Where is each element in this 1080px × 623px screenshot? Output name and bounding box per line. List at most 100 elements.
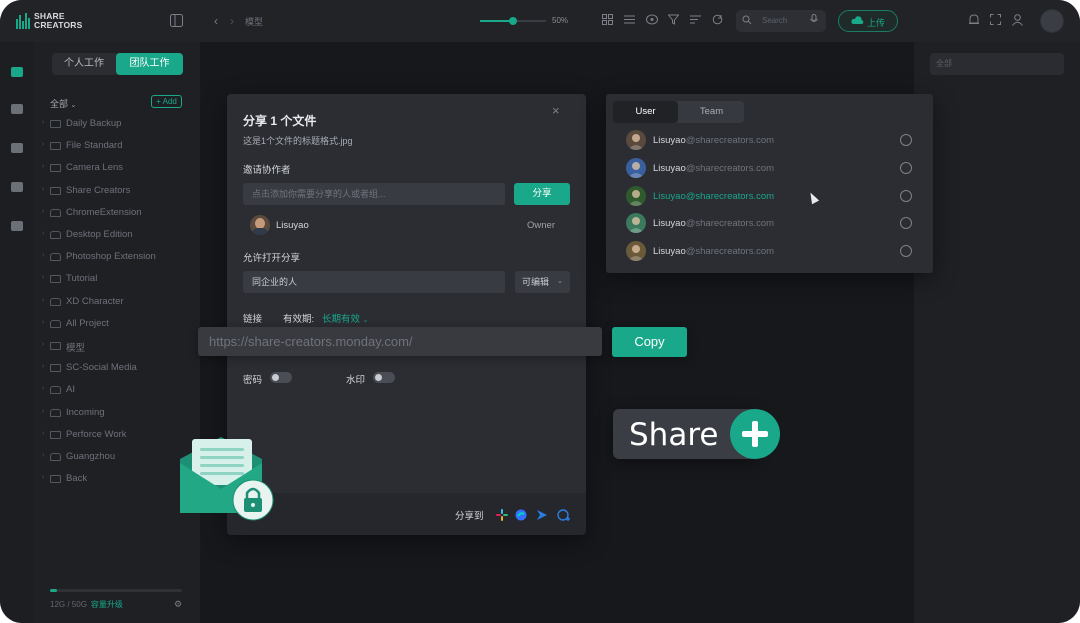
folder-item[interactable]: › Share Creators	[42, 185, 192, 199]
sidebar-toggle-icon[interactable]	[170, 14, 183, 30]
folder-item[interactable]: › SC-Social Media	[42, 362, 192, 376]
copy-link-button[interactable]: Copy	[612, 327, 687, 357]
user-select-radio[interactable]	[900, 245, 912, 258]
plus-icon[interactable]	[730, 409, 780, 459]
gift-icon[interactable]	[11, 221, 23, 231]
slack-icon[interactable]	[496, 508, 508, 521]
user-select-radio[interactable]	[900, 161, 912, 174]
chevron-right-icon[interactable]: ›	[42, 319, 44, 326]
close-icon[interactable]: ×	[552, 103, 560, 118]
list-view-icon[interactable]	[624, 14, 635, 28]
watermark-toggle[interactable]	[373, 372, 395, 383]
chevron-right-icon[interactable]: ›	[42, 452, 44, 459]
folder-icon	[50, 120, 61, 128]
user-icon[interactable]	[1012, 14, 1023, 29]
folder-item[interactable]: › Daily Backup	[42, 118, 192, 132]
chevron-right-icon[interactable]: ›	[42, 474, 44, 481]
settings-icon[interactable]: ⚙	[174, 597, 182, 611]
sort-icon[interactable]	[690, 14, 701, 28]
fullscreen-icon[interactable]	[990, 14, 1001, 28]
chevron-right-icon[interactable]: ›	[42, 408, 44, 415]
folder-item[interactable]: › Tutorial	[42, 273, 192, 287]
right-panel-filter[interactable]: 全部	[930, 53, 1064, 75]
account-avatar[interactable]	[1040, 9, 1064, 33]
documents-icon[interactable]	[11, 104, 23, 114]
user-row[interactable]: Lisuyao@sharecreators.com	[626, 130, 916, 150]
lark-icon[interactable]	[515, 508, 527, 521]
all-folders-dropdown[interactable]: 全部 ⌄	[50, 97, 76, 110]
forward-icon[interactable]: ›	[230, 14, 234, 28]
files-icon[interactable]	[11, 67, 23, 77]
folder-item[interactable]: › Photoshop Extension	[42, 251, 192, 265]
upload-button[interactable]: 上传	[838, 10, 898, 32]
user-select-radio[interactable]	[900, 189, 912, 202]
tab-personal[interactable]: 个人工作	[52, 53, 116, 75]
folder-item[interactable]: › Back	[42, 473, 192, 487]
briefcase-icon[interactable]	[11, 143, 23, 153]
folder-item[interactable]: › Desktop Edition	[42, 229, 192, 243]
folder-item[interactable]: › ChromeExtension	[42, 207, 192, 221]
user-row[interactable]: Lisuyao@sharecreators.com	[626, 213, 916, 234]
storage-used: 12G / 50G	[50, 600, 87, 609]
folder-item[interactable]: › Incoming	[42, 407, 192, 421]
folder-item[interactable]: › All Project	[42, 318, 192, 332]
chevron-right-icon[interactable]: ›	[42, 363, 44, 370]
tab-team-list[interactable]: Team	[679, 101, 744, 123]
watermark-label: 水印	[346, 375, 366, 386]
chevron-right-icon[interactable]: ›	[42, 163, 44, 170]
chevron-right-icon[interactable]: ›	[42, 186, 44, 193]
breadcrumb[interactable]: 模型	[245, 15, 263, 28]
chevron-right-icon[interactable]: ›	[42, 274, 44, 281]
zoom-knob[interactable]	[509, 17, 517, 25]
chat-add-icon[interactable]	[557, 508, 570, 521]
folder-item[interactable]: › File Standard	[42, 140, 192, 154]
media-icon[interactable]	[11, 182, 23, 192]
add-folder-button[interactable]: + Add	[151, 95, 182, 108]
search-placeholder: Search	[762, 16, 788, 25]
search-input[interactable]: Search	[736, 10, 826, 32]
grid-view-icon[interactable]	[602, 14, 613, 28]
user-email: Lisuyao@sharecreators.com	[653, 135, 774, 146]
folder-item[interactable]: › Camera Lens	[42, 162, 192, 176]
bell-icon[interactable]	[969, 14, 979, 29]
refresh-icon[interactable]	[712, 14, 723, 28]
chevron-right-icon[interactable]: ›	[42, 385, 44, 392]
folder-item[interactable]: › 模型	[42, 340, 192, 354]
user-select-radio[interactable]	[900, 134, 912, 146]
send-icon[interactable]	[536, 508, 548, 520]
chevron-right-icon[interactable]: ›	[42, 119, 44, 126]
folder-item[interactable]: › AI	[42, 384, 192, 398]
share-link-field[interactable]: https://share-creators.monday.com/	[198, 327, 602, 356]
preview-icon[interactable]	[646, 14, 658, 28]
folder-item[interactable]: › Perforce Work	[42, 429, 192, 443]
permission-select[interactable]: 可编辑 ⌄	[515, 271, 570, 293]
tab-team[interactable]: 团队工作	[116, 53, 183, 75]
share-scope-select[interactable]: 同企业的人	[243, 271, 505, 293]
allow-share-label: 允许打开分享	[243, 253, 301, 264]
folder-item[interactable]: › XD Character	[42, 296, 192, 310]
chevron-right-icon[interactable]: ›	[42, 230, 44, 237]
back-icon[interactable]: ‹	[214, 14, 218, 28]
user-select-radio[interactable]	[900, 217, 912, 230]
chevron-right-icon[interactable]: ›	[42, 208, 44, 215]
filter-icon[interactable]	[667, 14, 680, 28]
share-button[interactable]: 分享	[514, 183, 570, 205]
zoom-slider[interactable]	[480, 17, 546, 25]
chevron-right-icon[interactable]: ›	[42, 430, 44, 437]
chevron-right-icon[interactable]: ›	[42, 141, 44, 148]
invite-input[interactable]: 点击添加你需要分享的人或者组...	[243, 183, 505, 205]
app-logo[interactable]: SHARE CREATORS	[16, 12, 86, 30]
microphone-icon[interactable]	[810, 14, 818, 28]
user-row[interactable]: Lisuyao@sharecreators.com	[626, 157, 916, 178]
people-tabs: User Team	[613, 101, 744, 123]
chevron-right-icon[interactable]: ›	[42, 297, 44, 304]
user-row[interactable]: Lisuyao@sharecreators.com	[626, 185, 916, 206]
chevron-right-icon[interactable]: ›	[42, 341, 44, 348]
password-toggle[interactable]	[270, 372, 292, 383]
user-row[interactable]: Lisuyao@sharecreators.com	[626, 241, 916, 262]
tab-user[interactable]: User	[613, 101, 678, 123]
chevron-right-icon[interactable]: ›	[42, 252, 44, 259]
upgrade-link[interactable]: 容量升级	[91, 600, 123, 609]
folder-item[interactable]: › Guangzhou	[42, 451, 192, 465]
expiry-dropdown[interactable]: 长期有效 ⌄	[322, 311, 369, 325]
